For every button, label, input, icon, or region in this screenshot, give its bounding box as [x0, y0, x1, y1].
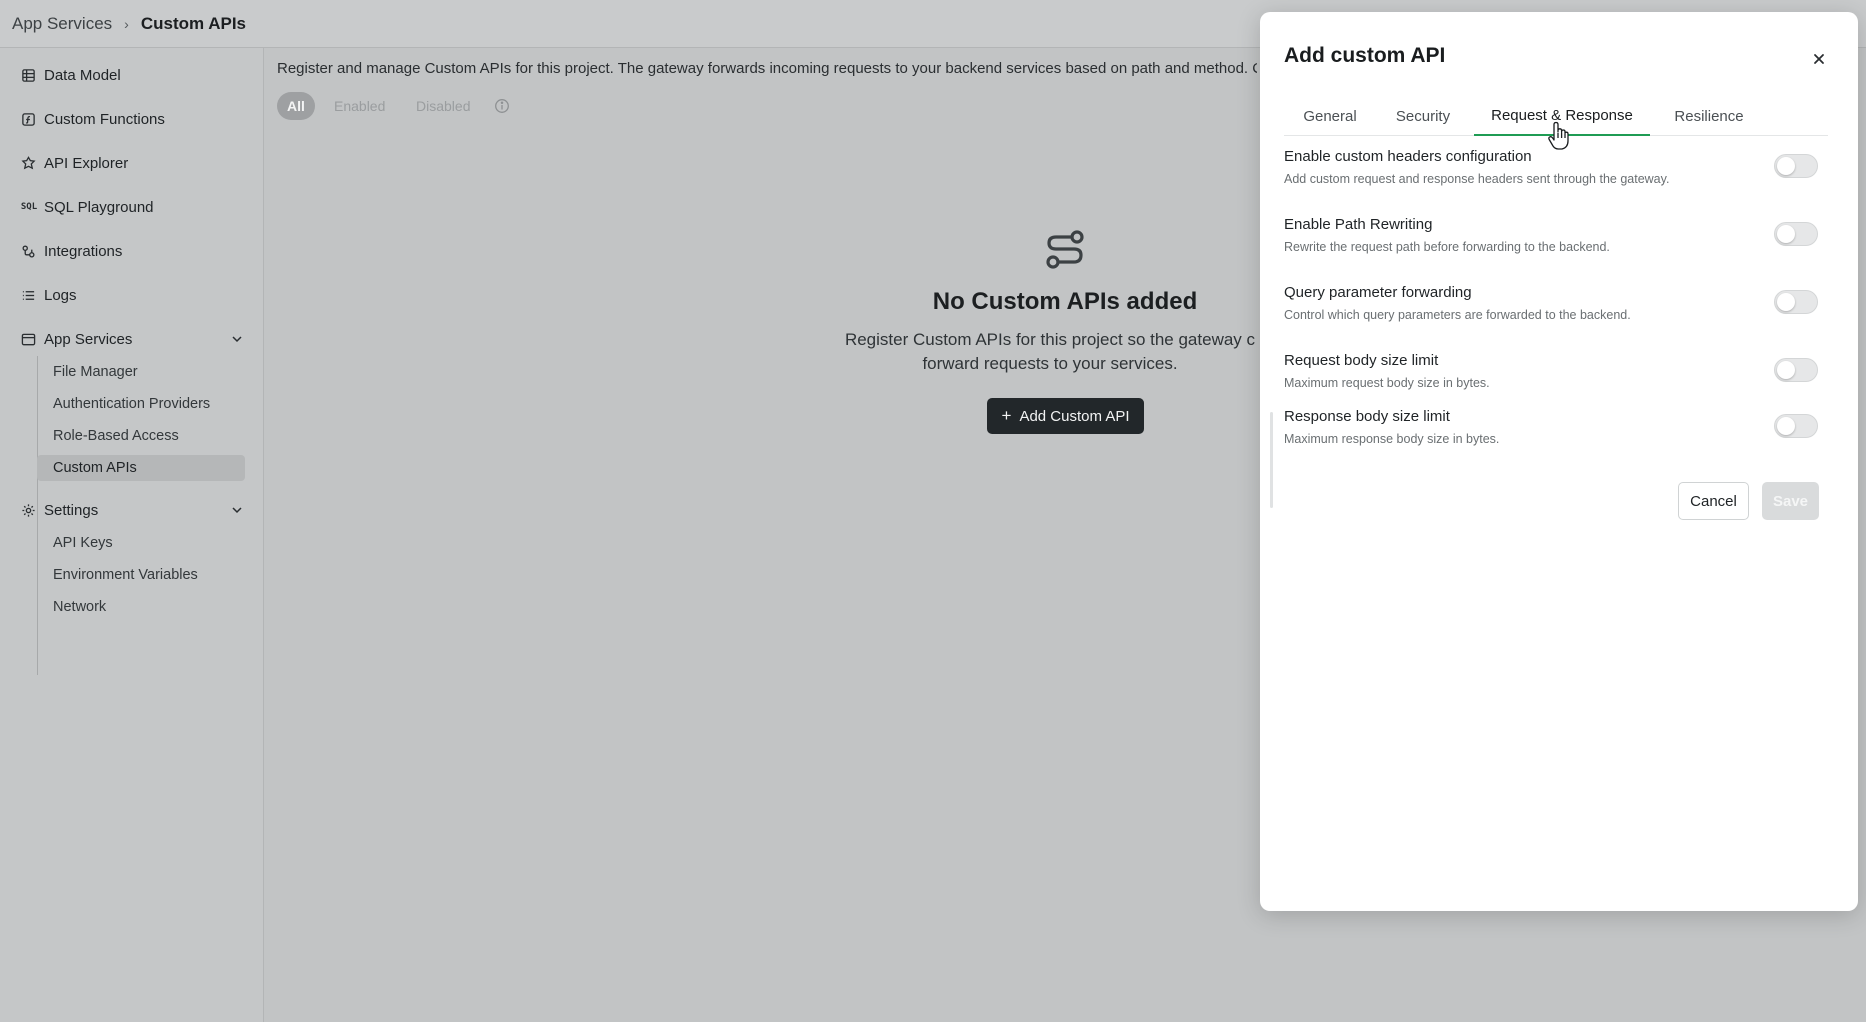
sidebar-item-label: Custom Functions	[44, 110, 165, 128]
custom-headers-toggle[interactable]	[1774, 154, 1818, 178]
sidebar-item-label: Integrations	[44, 242, 123, 260]
sidebar-item-logs[interactable]: Logs	[20, 282, 77, 308]
sql-icon: SQL	[20, 202, 38, 212]
filter-all[interactable]: All	[277, 92, 315, 120]
add-custom-api-label: Add Custom API	[1019, 407, 1130, 425]
tab-general[interactable]: General	[1284, 96, 1376, 136]
setting-title: Request body size limit	[1284, 352, 1439, 369]
setting-description: Maximum response body size in bytes.	[1284, 432, 1500, 446]
request-body-limit-toggle[interactable]	[1774, 358, 1818, 382]
window-icon	[20, 331, 36, 347]
scrollbar[interactable]	[1270, 412, 1273, 508]
page-description: Register and manage Custom APIs for this…	[277, 60, 1257, 77]
chevron-down-icon[interactable]	[230, 503, 244, 517]
setting-response-body-limit: Response body size limit Maximum respons…	[1284, 408, 1834, 446]
sidebar-item-label: SQL Playground	[44, 198, 154, 216]
sidebar-group-label: App Services	[44, 330, 133, 348]
breadcrumb-parent[interactable]: App Services	[12, 14, 112, 34]
setting-description: Control which query parameters are forwa…	[1284, 308, 1631, 322]
sidebar-item-api-keys[interactable]: API Keys	[37, 530, 245, 556]
sidebar-item-sql-playground[interactable]: SQL SQL Playground	[20, 194, 154, 220]
empty-state-text-line: Register Custom APIs for this project so…	[844, 330, 1256, 349]
setting-description: Add custom request and response headers …	[1284, 172, 1670, 186]
setting-description: Maximum request body size in bytes.	[1284, 376, 1490, 390]
sidebar-item-integrations[interactable]: Integrations	[20, 238, 122, 264]
chevron-down-icon[interactable]	[230, 332, 244, 346]
sidebar-group-label: Settings	[44, 501, 99, 519]
cancel-button[interactable]: Cancel	[1678, 482, 1749, 520]
info-icon[interactable]	[494, 98, 510, 114]
sidebar-item-role-based-access[interactable]: Role-Based Access	[37, 423, 245, 449]
empty-state-text-line: forward requests to your services.	[922, 354, 1178, 373]
explorer-icon	[20, 155, 36, 171]
sidebar-item-environment-variables[interactable]: Environment Variables	[37, 562, 245, 588]
tab-resilience[interactable]: Resilience	[1656, 96, 1762, 136]
empty-state-text: Register Custom APIs for this project so…	[840, 328, 1260, 376]
sidebar-item-label: API Explorer	[44, 154, 129, 172]
setting-title: Enable Path Rewriting	[1284, 216, 1433, 233]
query-forwarding-toggle[interactable]	[1774, 290, 1818, 314]
route-icon	[1046, 230, 1084, 269]
sidebar-item-network[interactable]: Network	[37, 594, 245, 620]
sidebar-item-file-manager[interactable]: File Manager	[37, 359, 245, 385]
sidebar-item-data-model[interactable]: Data Model	[20, 62, 121, 88]
sidebar-item-authentication-providers[interactable]: Authentication Providers	[37, 391, 245, 417]
close-icon[interactable]	[1808, 48, 1830, 70]
chevron-right-icon: ›	[124, 15, 129, 32]
integrations-icon	[20, 243, 36, 259]
sidebar-group-app-services[interactable]: App Services	[20, 326, 244, 352]
function-icon	[20, 111, 36, 127]
hand-cursor-icon	[1548, 121, 1569, 150]
setting-title: Response body size limit	[1284, 408, 1450, 425]
list-icon	[20, 287, 36, 303]
modal-title: Add custom API	[1284, 44, 1446, 67]
tab-security[interactable]: Security	[1376, 96, 1470, 136]
empty-state-title: No Custom APIs added	[932, 288, 1198, 315]
gear-icon	[20, 502, 36, 518]
save-button[interactable]: Save	[1762, 482, 1819, 520]
filter-enabled[interactable]: Enabled	[324, 92, 395, 120]
sidebar-item-label: Logs	[44, 286, 77, 304]
sidebar-group-settings[interactable]: Settings	[20, 497, 244, 523]
table-icon	[20, 67, 36, 83]
setting-request-body-limit: Request body size limit Maximum request …	[1284, 352, 1834, 390]
setting-description: Rewrite the request path before forwardi…	[1284, 240, 1610, 254]
response-body-limit-toggle[interactable]	[1774, 414, 1818, 438]
sidebar-item-label: Data Model	[44, 66, 121, 84]
breadcrumb-current: Custom APIs	[140, 13, 247, 33]
sidebar-item-custom-functions[interactable]: Custom Functions	[20, 106, 165, 132]
filter-disabled[interactable]: Disabled	[406, 92, 480, 120]
sidebar-item-api-explorer[interactable]: API Explorer	[20, 150, 128, 176]
plus-icon: +	[1001, 406, 1012, 425]
sidebar-item-custom-apis[interactable]: Custom APIs	[37, 455, 245, 481]
setting-path-rewriting: Enable Path Rewriting Rewrite the reques…	[1284, 216, 1834, 254]
sidebar: Data Model Custom Functions API Explorer…	[0, 48, 264, 1022]
add-custom-api-button[interactable]: + Add Custom API	[987, 398, 1144, 434]
setting-custom-headers: Enable custom headers configuration Add …	[1284, 148, 1834, 186]
path-rewriting-toggle[interactable]	[1774, 222, 1818, 246]
setting-query-forwarding: Query parameter forwarding Control which…	[1284, 284, 1834, 322]
setting-title: Query parameter forwarding	[1284, 284, 1472, 301]
